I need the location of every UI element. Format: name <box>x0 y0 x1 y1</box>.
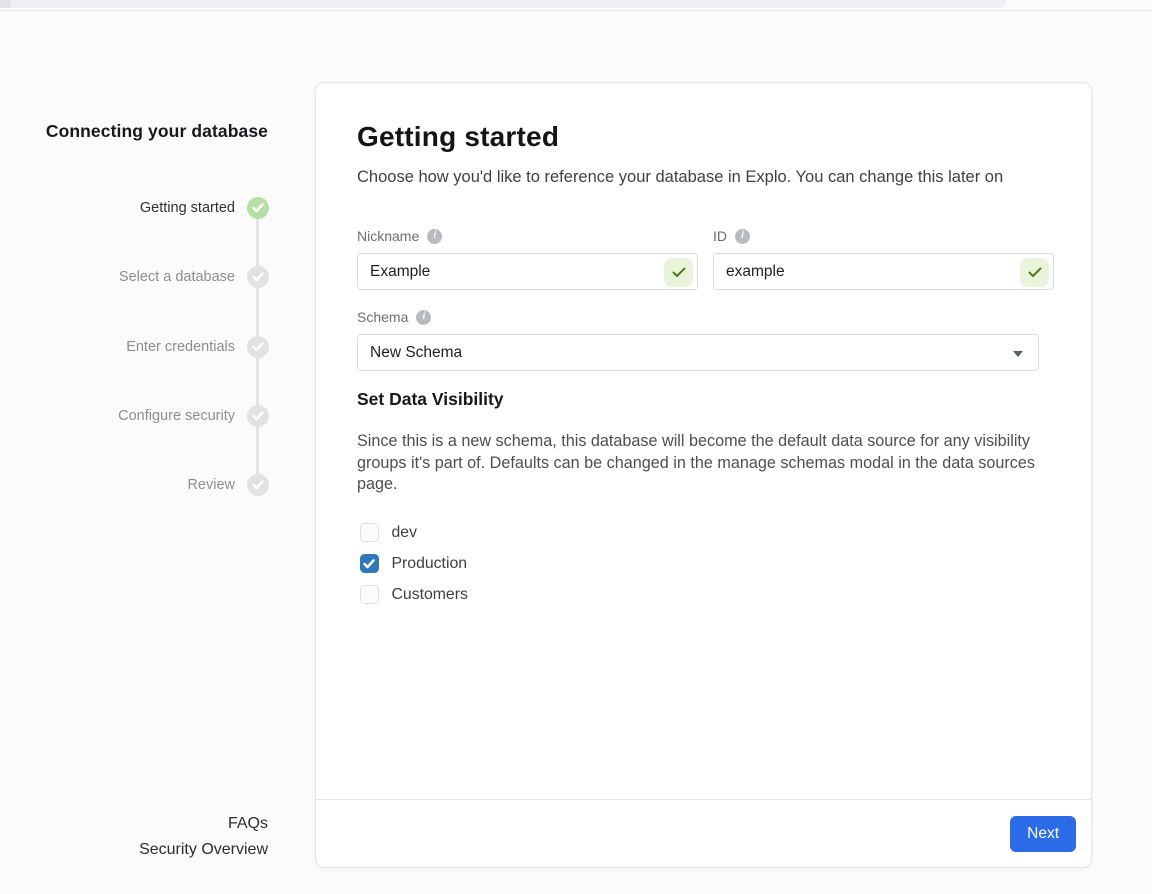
step-enter-credentials[interactable]: Enter credentials <box>0 336 269 358</box>
valid-check-icon <box>664 258 693 287</box>
step-label: Configure security <box>118 408 235 424</box>
visibility-checkbox-customers[interactable]: Customers <box>360 579 468 610</box>
info-icon[interactable]: i <box>735 229 750 244</box>
step-list: Getting started Select a database Enter … <box>0 0 269 894</box>
id-input[interactable] <box>714 254 1053 289</box>
visibility-checkbox-production[interactable]: Production <box>360 548 468 579</box>
nickname-label: Nickname <box>357 228 419 244</box>
nickname-input[interactable] <box>358 254 697 289</box>
id-field: ID i <box>713 228 1054 290</box>
checkbox-icon <box>360 523 379 542</box>
checkbox-label: dev <box>392 524 417 542</box>
nickname-field: Nickname i <box>357 228 698 290</box>
security-overview-link[interactable]: Security Overview <box>40 837 268 863</box>
sidebar-links: FAQs Security Overview <box>40 811 268 863</box>
step-select-database[interactable]: Select a database <box>0 266 269 288</box>
page-subtitle: Choose how you'd like to reference your … <box>357 168 1067 187</box>
step-check-icon <box>247 405 269 427</box>
visibility-group-list: dev Production Customers <box>360 517 468 610</box>
step-label: Select a database <box>119 269 235 285</box>
wizard-card: Getting started Choose how you'd like to… <box>315 82 1092 868</box>
next-button[interactable]: Next <box>1010 816 1076 852</box>
step-check-icon <box>247 266 269 288</box>
visibility-checkbox-dev[interactable]: dev <box>360 517 468 548</box>
step-label: Enter credentials <box>126 339 235 355</box>
valid-check-icon <box>1020 258 1049 287</box>
checkbox-icon <box>360 585 379 604</box>
step-configure-security[interactable]: Configure security <box>0 405 269 427</box>
step-label: Review <box>187 477 235 493</box>
page-title: Getting started <box>357 121 559 153</box>
schema-select-value: New Schema <box>370 344 462 362</box>
schema-field: Schema i New Schema <box>357 309 1039 371</box>
checkbox-icon <box>360 554 379 573</box>
data-visibility-description: Since this is a new schema, this databas… <box>357 431 1049 496</box>
faqs-link[interactable]: FAQs <box>40 811 268 837</box>
schema-label: Schema <box>357 309 408 325</box>
step-check-icon <box>247 474 269 496</box>
card-footer: Next <box>316 799 1091 867</box>
info-icon[interactable]: i <box>416 310 431 325</box>
data-visibility-heading: Set Data Visibility <box>357 389 504 410</box>
step-check-icon <box>247 197 269 219</box>
step-check-icon <box>247 336 269 358</box>
schema-select[interactable]: New Schema <box>357 334 1039 371</box>
step-getting-started[interactable]: Getting started <box>0 197 269 219</box>
step-label: Getting started <box>140 200 235 216</box>
id-label: ID <box>713 228 727 244</box>
checkbox-label: Customers <box>392 586 468 604</box>
step-review[interactable]: Review <box>0 474 269 496</box>
checkbox-label: Production <box>392 555 468 573</box>
chevron-down-icon <box>1013 351 1023 357</box>
info-icon[interactable]: i <box>427 229 442 244</box>
